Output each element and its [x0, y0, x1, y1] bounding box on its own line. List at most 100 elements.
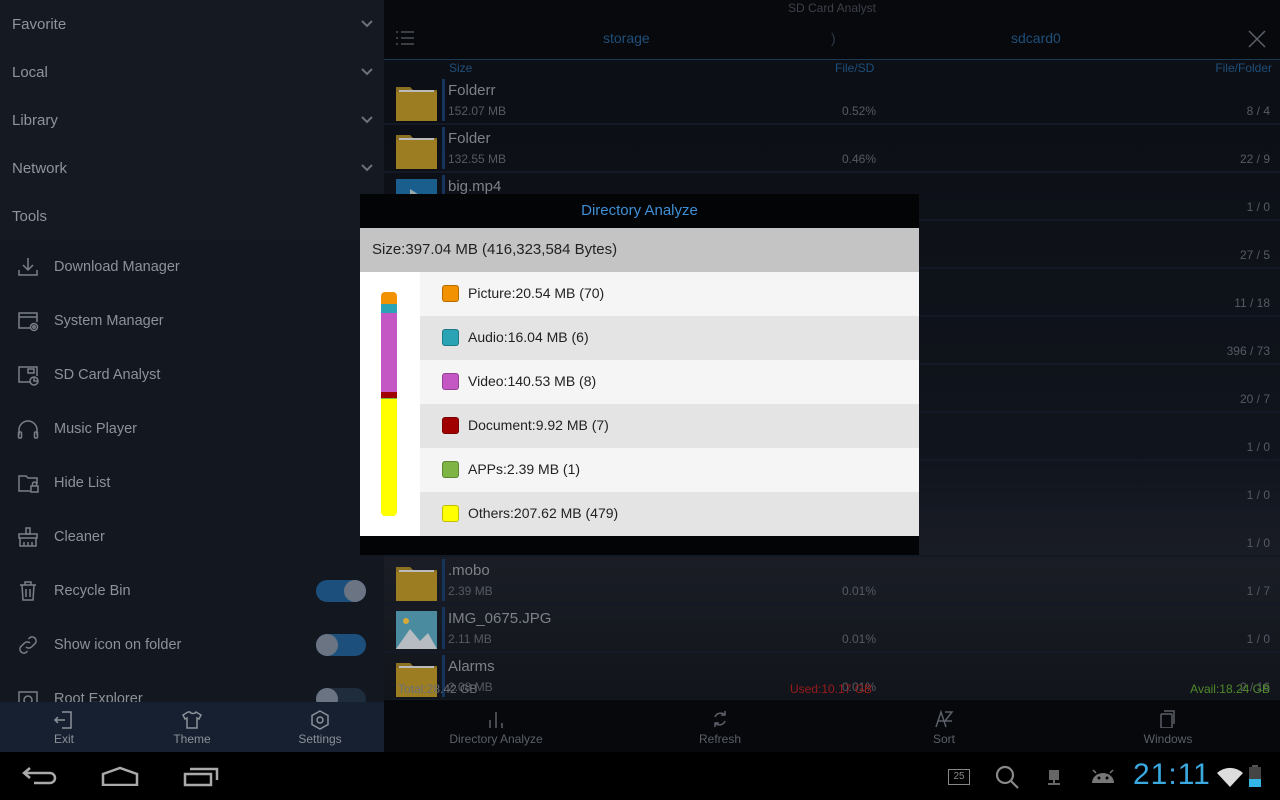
- sidebar-drawer: Favorite Local Library Network Tools Dow…: [0, 0, 384, 752]
- image-file-icon: [396, 611, 437, 649]
- legend-swatch: [442, 505, 459, 522]
- breadcrumb-storage[interactable]: storage: [603, 30, 650, 46]
- legend-item-video: Video:140.53 MB (8): [420, 360, 919, 404]
- refresh-button[interactable]: Refresh: [608, 700, 832, 752]
- file-count: 27 / 5: [1239, 248, 1270, 262]
- file-name: big.mp4: [448, 178, 502, 195]
- tool-recycle-bin[interactable]: Recycle Bin: [0, 564, 384, 618]
- sidebar-section-favorite[interactable]: Favorite: [0, 0, 384, 48]
- gear-icon: [311, 710, 329, 730]
- sort-button[interactable]: Sort: [832, 700, 1056, 752]
- bar-segment-picture: [381, 292, 397, 304]
- exit-label: Exit: [53, 732, 74, 746]
- legend-item-audio: Audio:16.04 MB (6): [420, 316, 919, 360]
- legend-label: APPs:2.39 MB (1): [468, 461, 581, 477]
- sort-label: Sort: [932, 732, 955, 746]
- folder-icon: [396, 563, 437, 601]
- file-row[interactable]: Folderr 152.07 MB 0.52% 8 / 4: [384, 77, 1280, 125]
- sidebar-section-library[interactable]: Library: [0, 96, 384, 144]
- network-notification-icon: [1048, 770, 1060, 785]
- search-icon[interactable]: [994, 764, 1020, 790]
- folder-icon: [396, 131, 437, 169]
- clock[interactable]: 21:11: [1133, 758, 1211, 792]
- root-explorer-toggle[interactable]: [316, 688, 366, 702]
- file-row[interactable]: .mobo 2.39 MB 0.01% 1 / 7: [384, 557, 1280, 605]
- sd-card-analyst-icon: [18, 366, 39, 386]
- sidebar-section-local[interactable]: Local: [0, 48, 384, 96]
- show-icon-on-folder-toggle[interactable]: [316, 634, 366, 656]
- headphones-icon: [17, 420, 39, 439]
- tool-sd-card-analyst[interactable]: SD Card Analyst: [0, 348, 384, 402]
- tool-hide-list[interactable]: Hide List: [0, 456, 384, 510]
- size-indicator: [442, 559, 445, 601]
- file-count: 396 / 73: [1226, 344, 1270, 358]
- directory-analyze-dialog: Directory Analyze Size:397.04 MB (416,32…: [360, 194, 919, 555]
- tool-label: Recycle Bin: [54, 583, 131, 599]
- size-indicator: [442, 79, 445, 121]
- storage-avail: Avail:18.24 GB: [1190, 682, 1270, 696]
- column-file-folder[interactable]: File/Folder: [1215, 61, 1272, 75]
- recycle-bin-toggle[interactable]: [316, 580, 366, 602]
- file-name: Alarms: [448, 658, 495, 675]
- trash-icon: [20, 581, 36, 601]
- hidden-folder-icon: [18, 475, 39, 493]
- legend-swatch: [442, 285, 459, 302]
- tool-root-explorer[interactable]: Root Explorer: [0, 672, 384, 702]
- breadcrumb-sdcard0[interactable]: sdcard0: [1011, 30, 1061, 46]
- file-size: 152.07 MB: [448, 104, 507, 118]
- tool-download-manager[interactable]: Download Manager: [0, 240, 384, 294]
- legend-item-apps: APPs:2.39 MB (1): [420, 448, 919, 492]
- file-size: 132.55 MB: [448, 152, 507, 166]
- tools-list: Download Manager System Manager SD Card …: [0, 240, 384, 702]
- windows-icon: [1160, 710, 1175, 728]
- home-icon[interactable]: [101, 766, 139, 786]
- app-title: SD Card Analyst: [787, 1, 877, 15]
- file-size: 2.39 MB: [448, 584, 493, 598]
- app-titlebar: SD Card Analyst: [384, 0, 1280, 18]
- settings-button[interactable]: Settings: [256, 702, 384, 752]
- calendar-icon[interactable]: 25: [948, 769, 970, 785]
- storage-used: Used:10.17 GB: [790, 682, 873, 696]
- section-label: Tools: [12, 207, 48, 225]
- file-count: 1 / 0: [1246, 632, 1270, 646]
- legend-item-picture: Picture:20.54 MB (70): [420, 272, 919, 316]
- tool-cleaner[interactable]: Cleaner: [0, 510, 384, 564]
- back-icon[interactable]: [22, 766, 58, 786]
- section-label: Favorite: [12, 15, 67, 33]
- chevron-down-icon: [361, 164, 373, 172]
- legend-label: Video:140.53 MB (8): [468, 373, 597, 389]
- file-name: IMG_0675.JPG: [448, 610, 552, 627]
- tool-label: Cleaner: [54, 529, 105, 545]
- dialog-size-text: Size:397.04 MB (416,323,584 Bytes): [360, 228, 919, 272]
- file-name: .mobo: [448, 562, 490, 579]
- file-row[interactable]: IMG_0675.JPG 2.11 MB 0.01% 1 / 0: [384, 605, 1280, 653]
- column-size[interactable]: Size: [449, 61, 472, 75]
- legend-label: Picture:20.54 MB (70): [468, 285, 605, 301]
- tool-show-icon-on-folder[interactable]: Show icon on folder: [0, 618, 384, 672]
- recent-apps-icon[interactable]: [183, 767, 219, 787]
- column-file-sd[interactable]: File/SD: [835, 61, 874, 75]
- legend-swatch: [442, 373, 459, 390]
- screen: Favorite Local Library Network Tools Dow…: [0, 0, 1280, 800]
- folder-icon: [396, 83, 437, 121]
- legend-item-others: Others:207.62 MB (479): [420, 492, 919, 536]
- calendar-day: 25: [953, 771, 965, 782]
- sidebar-section-network[interactable]: Network: [0, 144, 384, 192]
- directory-analyze-label: Directory Analyze: [449, 732, 543, 746]
- tool-music-player[interactable]: Music Player: [0, 402, 384, 456]
- root-icon: [18, 691, 38, 702]
- tool-system-manager[interactable]: System Manager: [0, 294, 384, 348]
- menu-icon[interactable]: [396, 30, 414, 46]
- file-name: Folder: [448, 130, 491, 147]
- legend-label: Audio:16.04 MB (6): [468, 329, 589, 345]
- file-count: 1 / 0: [1246, 536, 1270, 550]
- file-row[interactable]: Folder 132.55 MB 0.46% 22 / 9: [384, 125, 1280, 173]
- windows-button[interactable]: Windows: [1056, 700, 1280, 752]
- shirt-icon: [182, 710, 202, 729]
- directory-analyze-button[interactable]: Directory Analyze: [384, 700, 608, 752]
- sidebar-section-tools[interactable]: Tools: [0, 192, 384, 240]
- close-icon[interactable]: [1248, 30, 1266, 48]
- exit-button[interactable]: Exit: [0, 702, 128, 752]
- theme-button[interactable]: Theme: [128, 702, 256, 752]
- broom-icon: [18, 527, 38, 547]
